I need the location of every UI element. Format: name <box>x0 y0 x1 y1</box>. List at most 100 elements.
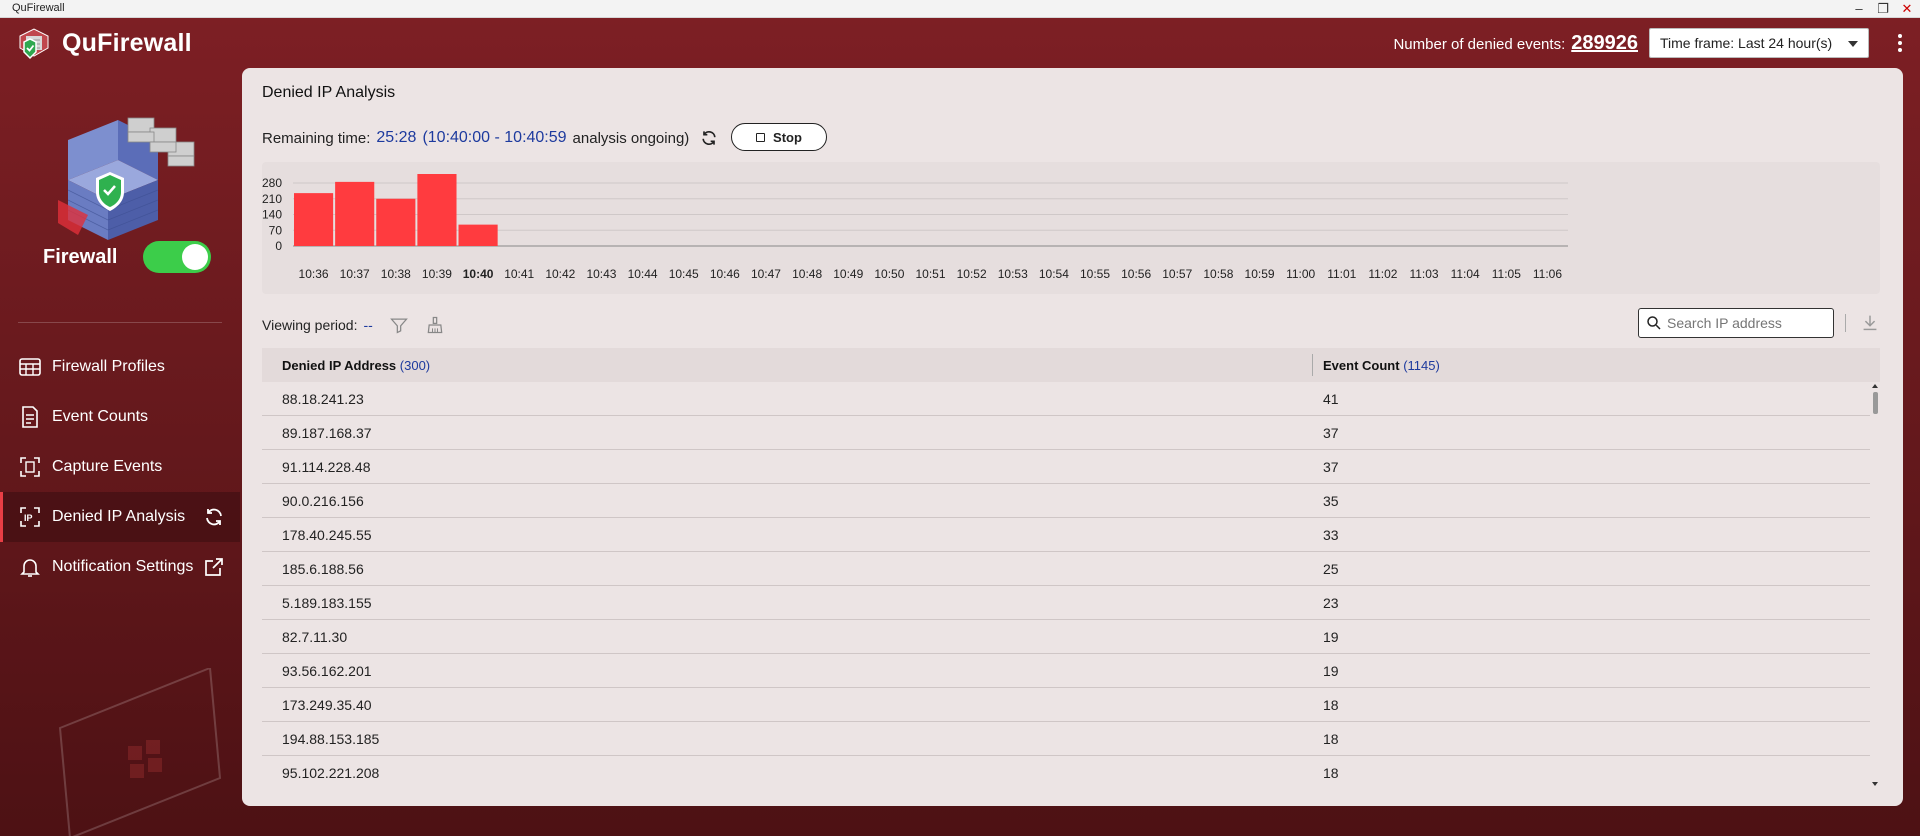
table-row[interactable]: 5.189.183.155 23 <box>262 586 1870 620</box>
table-header: Denied IP Address (300) Event Count (114… <box>262 348 1880 382</box>
count-cell: 19 <box>1323 629 1339 645</box>
sidebar-item-event-counts[interactable]: Event Counts <box>0 392 240 442</box>
chart-bar <box>294 193 334 246</box>
chart-x-tick-label: 10:40 <box>463 267 494 281</box>
search-icon <box>1647 316 1661 330</box>
chart-bar <box>335 181 375 246</box>
count-cell: 18 <box>1323 697 1339 713</box>
clear-filter-icon[interactable] <box>425 315 445 335</box>
sidebar-item-label: Denied IP Analysis <box>52 508 186 525</box>
table-row[interactable]: 173.249.35.40 18 <box>262 688 1870 722</box>
column-separator[interactable] <box>1312 354 1313 376</box>
filter-icon[interactable] <box>389 315 409 335</box>
table-row[interactable]: 82.7.11.30 19 <box>262 620 1870 654</box>
viewing-period-label: Viewing period: <box>262 317 358 333</box>
ip-cell: 185.6.188.56 <box>282 561 364 577</box>
table-row[interactable]: 91.114.228.48 37 <box>262 450 1870 484</box>
sidebar-nav: Firewall Profiles Event Counts Capture E… <box>0 342 240 592</box>
column-header-ip[interactable]: Denied IP Address (300) <box>282 358 430 373</box>
chart-x-tick-label: 10:58 <box>1203 267 1233 281</box>
timeframe-value: Time frame: Last 24 hour(s) <box>1660 35 1833 51</box>
more-options-icon[interactable] <box>1894 28 1906 58</box>
sidebar-item-denied-ip-analysis[interactable]: IP Denied IP Analysis <box>0 492 240 542</box>
document-icon <box>22 406 38 428</box>
refresh-icon[interactable] <box>699 128 719 148</box>
chart-x-tick-label: 10:45 <box>669 267 699 281</box>
maximize-icon[interactable]: ❐ <box>1876 2 1890 16</box>
table-row[interactable]: 90.0.216.156 35 <box>262 484 1870 518</box>
chart-bar <box>458 224 498 246</box>
ip-cell: 93.56.162.201 <box>282 663 372 679</box>
chart-x-tick-label: 10:47 <box>751 267 781 281</box>
chart-x-tick-label: 10:59 <box>1245 267 1275 281</box>
chart-x-tick-label: 10:48 <box>792 267 822 281</box>
count-cell: 37 <box>1323 459 1339 475</box>
page-title: Denied IP Analysis <box>262 84 396 101</box>
chart-x-tick-label: 10:43 <box>586 267 616 281</box>
chart-x-tick-label: 10:53 <box>998 267 1028 281</box>
table-row[interactable]: 194.88.153.185 18 <box>262 722 1870 756</box>
count-cell: 19 <box>1323 663 1339 679</box>
count-cell: 35 <box>1323 493 1339 509</box>
sidebar-item-capture-events[interactable]: Capture Events <box>0 442 240 492</box>
chart-x-tick-label: 10:38 <box>381 267 411 281</box>
close-icon[interactable]: ✕ <box>1900 2 1914 16</box>
table-row[interactable]: 185.6.188.56 25 <box>262 552 1870 586</box>
table-row[interactable]: 178.40.245.55 33 <box>262 518 1870 552</box>
denied-events-count[interactable]: 289926 <box>1571 32 1638 55</box>
chart-x-tick-label: 10:41 <box>504 267 534 281</box>
firewall-hero-illustration <box>58 117 195 240</box>
denied-events-label: Number of denied events: <box>1393 36 1566 53</box>
firewall-toggle[interactable] <box>143 241 211 273</box>
column-header-count-total: (1145) <box>1403 358 1440 373</box>
ip-cell: 95.102.221.208 <box>282 765 380 781</box>
column-header-count[interactable]: Event Count (1145) <box>1323 358 1440 373</box>
ip-cell: 178.40.245.55 <box>282 527 372 543</box>
table-scrollbar[interactable] <box>1870 382 1880 788</box>
table-row[interactable]: 89.187.168.37 37 <box>262 416 1870 450</box>
search-box[interactable] <box>1638 308 1834 338</box>
count-cell: 33 <box>1323 527 1339 543</box>
chart-y-tick-label: 280 <box>262 176 282 190</box>
sidebar-divider <box>18 322 222 323</box>
chart-x-tick-label: 10:37 <box>340 267 370 281</box>
chart-y-tick-label: 140 <box>262 208 282 222</box>
background-decoration <box>58 668 222 836</box>
toolbar-separator <box>1845 314 1846 332</box>
scrollbar-thumb[interactable] <box>1873 392 1878 414</box>
sidebar-item-firewall-profiles[interactable]: Firewall Profiles <box>0 342 240 392</box>
count-cell: 41 <box>1323 391 1339 407</box>
chart-y-tick-label: 0 <box>275 239 282 253</box>
timeframe-select[interactable]: Time frame: Last 24 hour(s) <box>1649 28 1869 58</box>
ip-cell: 90.0.216.156 <box>282 493 364 509</box>
ip-cell: 173.249.35.40 <box>282 697 372 713</box>
ip-cell: 194.88.153.185 <box>282 731 380 747</box>
search-input[interactable] <box>1667 315 1827 331</box>
denied-events-summary: Number of denied events: 289926 <box>1393 32 1638 55</box>
count-cell: 25 <box>1323 561 1339 577</box>
stop-button[interactable]: Stop <box>731 123 827 151</box>
bell-icon <box>20 559 40 577</box>
scroll-up-icon[interactable] <box>1872 384 1878 388</box>
column-header-count-label: Event Count <box>1323 358 1400 373</box>
chart-x-tick-label: 11:03 <box>1409 267 1438 281</box>
chart-x-tick-label: 10:42 <box>545 267 575 281</box>
download-icon[interactable] <box>1859 312 1881 334</box>
chart-x-tick-label: 10:55 <box>1080 267 1110 281</box>
sidebar-item-notification-settings[interactable]: Notification Settings <box>0 542 240 592</box>
minimize-icon[interactable]: – <box>1852 2 1866 16</box>
count-cell: 18 <box>1323 765 1339 781</box>
app-name: QuFirewall <box>62 29 192 57</box>
ip-cell: 82.7.11.30 <box>282 629 348 645</box>
column-header-ip-label: Denied IP Address <box>282 358 397 373</box>
table-row[interactable]: 88.18.241.23 41 <box>262 382 1870 416</box>
scroll-down-icon[interactable] <box>1872 782 1878 786</box>
chart-x-tick-label: 10:51 <box>915 267 945 281</box>
table-row[interactable]: 95.102.221.208 18 <box>262 756 1870 788</box>
external-link-icon <box>205 558 223 576</box>
sidebar-item-label: Firewall Profiles <box>52 358 165 375</box>
stop-icon <box>756 132 766 142</box>
table-row[interactable]: 93.56.162.201 19 <box>262 654 1870 688</box>
chart-x-tick-label: 10:56 <box>1121 267 1151 281</box>
count-cell: 23 <box>1323 595 1339 611</box>
